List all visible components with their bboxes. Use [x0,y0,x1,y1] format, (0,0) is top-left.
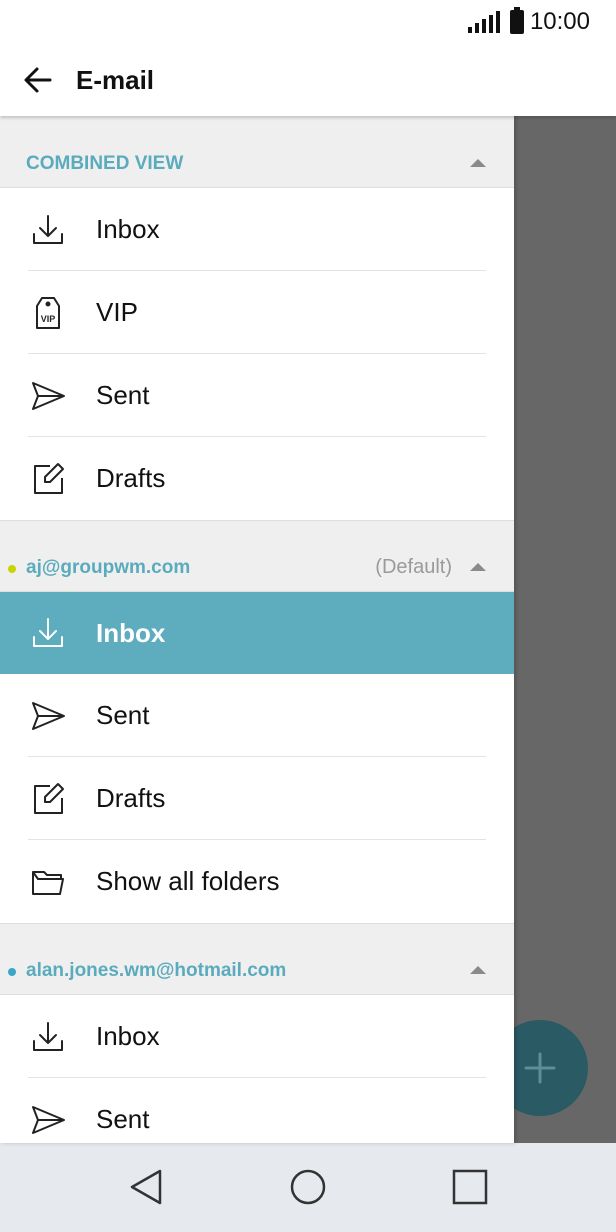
account-dot [8,565,16,573]
send-icon [28,376,68,416]
folder-label: Inbox [96,617,166,648]
svg-text:VIP: VIP [41,314,56,324]
section-title: COMBINED VIEW [26,153,184,174]
folder-label: Inbox [96,1021,160,1051]
folder-item-inbox-selected[interactable]: Inbox [0,592,514,674]
section-header-combined-view[interactable]: COMBINED VIEW [0,116,514,188]
square-recents-icon [452,1169,488,1205]
drawer-scrim[interactable] [514,116,616,1143]
inbox-icon [28,210,68,250]
folder-label: VIP [96,297,138,327]
folder-item-inbox[interactable]: Inbox [0,188,514,271]
back-button[interactable] [18,60,58,100]
system-nav-bar [0,1143,616,1232]
section-title: alan.jones.wm@hotmail.com [26,960,287,981]
folder-item-sent[interactable]: Sent [0,1078,514,1143]
folder-label: Drafts [96,463,166,493]
collapse-caret-icon[interactable] [470,563,486,571]
folder-item-inbox[interactable]: Inbox [0,995,514,1078]
folder-item-show-all-folders[interactable]: Show all folders [0,840,514,923]
signal-icon [467,11,500,33]
nav-recents-button[interactable] [450,1167,490,1207]
folder-label: Show all folders [96,866,280,896]
folder-icon [28,862,68,902]
send-icon [28,1100,68,1140]
account-dot [8,968,16,976]
folder-label: Sent [96,380,150,410]
folder-label: Drafts [96,783,166,813]
collapse-caret-icon[interactable] [470,966,486,974]
vip-tag-icon: VIP [28,293,68,333]
app-bar: E-mail [0,44,616,116]
folder-item-sent[interactable]: Sent [0,354,514,437]
send-icon [28,696,68,736]
nav-back-button[interactable] [126,1167,166,1207]
folder-item-sent[interactable]: Sent [0,674,514,757]
folder-label: Inbox [96,214,160,244]
navigation-drawer: COMBINED VIEW Inbox VIP VIP Sent Drafts … [0,116,514,1143]
collapse-caret-icon[interactable] [470,159,486,167]
arrow-left-icon [24,67,52,93]
status-time: 10:00 [529,8,590,35]
edit-icon [28,459,68,499]
battery-icon [509,7,524,34]
triangle-back-icon [130,1169,162,1205]
folder-label: Sent [96,1104,150,1134]
section-title: aj@groupwm.com [26,557,191,578]
status-bar: 10:00 [0,0,616,44]
folder-item-drafts[interactable]: Drafts [0,437,514,520]
page-title: E-mail [76,64,155,95]
inbox-icon [28,1017,68,1057]
nav-home-button[interactable] [288,1167,328,1207]
folder-item-vip[interactable]: VIP VIP [0,271,514,354]
plus-icon [524,1052,556,1084]
inbox-icon [28,613,68,653]
folder-label: Sent [96,700,150,730]
section-header-account-2[interactable]: alan.jones.wm@hotmail.com [0,923,514,995]
edit-icon [28,779,68,819]
section-header-account-1[interactable]: aj@groupwm.com (Default) [0,520,514,592]
circle-home-icon [290,1169,326,1205]
default-badge: (Default) [375,556,452,578]
folder-item-drafts[interactable]: Drafts [0,757,514,840]
